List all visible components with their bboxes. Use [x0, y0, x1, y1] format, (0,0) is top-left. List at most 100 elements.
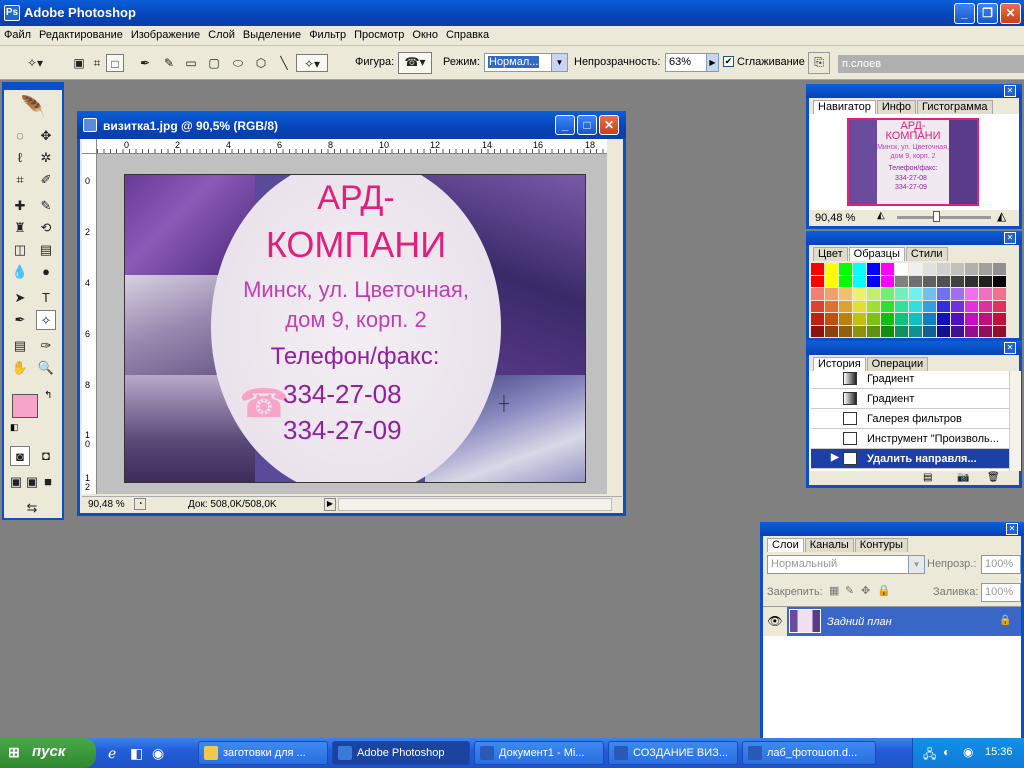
menu-window[interactable]: Окно — [408, 26, 442, 41]
brush-tool-icon[interactable]: ✎ — [36, 196, 56, 216]
trash-icon[interactable]: 🗑 — [987, 472, 1000, 483]
tab-actions[interactable]: Операции — [866, 357, 929, 371]
tab-navigator[interactable]: Навигатор — [813, 100, 876, 114]
color-swatch[interactable] — [853, 325, 866, 337]
navigator-panel-title[interactable]: ✕ — [806, 84, 1022, 98]
color-swatch[interactable] — [937, 313, 950, 325]
history-scrollbar[interactable] — [1009, 371, 1021, 471]
menu-file[interactable]: Файл — [0, 26, 35, 41]
menu-filter[interactable]: Фильтр — [305, 26, 350, 41]
line-icon[interactable]: ╲ — [275, 54, 293, 72]
rounded-rect-icon[interactable]: ▢ — [205, 54, 223, 72]
menu-layer[interactable]: Слой — [204, 26, 239, 41]
doc-maximize-button[interactable]: □ — [577, 115, 597, 135]
color-swatch[interactable] — [937, 300, 950, 312]
layer-row-background[interactable]: 👁 Задний план 🔒 — [763, 606, 1021, 637]
color-swatch[interactable] — [951, 325, 964, 337]
color-swatch[interactable] — [923, 275, 936, 287]
foreground-color-swatch[interactable] — [12, 394, 38, 418]
snapshot-icon[interactable]: 📷 — [957, 472, 969, 483]
color-swatch[interactable] — [951, 275, 964, 287]
navigator-thumbnail[interactable]: АРД- КОМПАНИ Минск, ул. Цветочная, дом 9… — [847, 118, 979, 206]
color-swatch[interactable] — [965, 325, 978, 337]
screen-mode-full-icon[interactable]: ■ — [40, 472, 56, 492]
dodge-tool-icon[interactable]: ● — [36, 262, 56, 282]
layer-opacity-input[interactable]: 100% — [981, 555, 1021, 574]
restore-button[interactable]: ❐ — [977, 3, 998, 24]
screen-mode-standard-icon[interactable]: ▣ — [8, 472, 24, 492]
horizontal-scrollbar[interactable] — [338, 498, 612, 511]
color-swatch[interactable] — [979, 288, 992, 300]
screen-mode-full-menu-icon[interactable]: ▣ — [24, 472, 40, 492]
fill-input[interactable]: 100% — [981, 583, 1021, 602]
color-swatch[interactable] — [909, 300, 922, 312]
color-swatch[interactable] — [853, 263, 866, 275]
business-card-image[interactable]: АРД- КОМПАНИ Минск, ул. Цветочная, дом 9… — [124, 174, 586, 483]
blur-tool-icon[interactable]: 💧 — [10, 262, 30, 282]
color-swatch[interactable] — [825, 275, 838, 287]
tab-info[interactable]: Инфо — [876, 100, 917, 114]
color-swatch[interactable] — [937, 263, 950, 275]
crop-tool-icon[interactable]: ⌗ — [10, 170, 30, 190]
color-swatch[interactable] — [895, 288, 908, 300]
color-swatch[interactable] — [867, 325, 880, 337]
color-swatch[interactable] — [923, 300, 936, 312]
menu-help[interactable]: Справка — [442, 26, 493, 41]
color-swatch[interactable] — [853, 288, 866, 300]
tab-swatches[interactable]: Образцы — [848, 247, 905, 261]
color-swatch[interactable] — [825, 300, 838, 312]
outlook-quicklaunch-icon[interactable]: ◉ — [152, 745, 164, 762]
color-swatch[interactable] — [909, 288, 922, 300]
clock[interactable]: 15:36 — [985, 746, 1013, 758]
color-swatch[interactable] — [993, 275, 1006, 287]
color-swatch[interactable] — [909, 325, 922, 337]
shape-layers-icon[interactable]: ▣ — [70, 54, 88, 72]
color-swatch[interactable] — [825, 313, 838, 325]
lock-pixels-icon[interactable]: ✎ — [845, 584, 854, 597]
history-item[interactable]: Градиент — [811, 371, 1009, 389]
lasso-tool-icon[interactable]: ℓ — [10, 148, 30, 168]
history-item[interactable]: Галерея фильтров — [811, 409, 1009, 429]
close-button[interactable]: ✕ — [1000, 3, 1021, 24]
clone-stamp-icon[interactable]: ♜ — [10, 218, 30, 238]
lock-position-icon[interactable]: ✥ — [861, 584, 870, 597]
tab-color[interactable]: Цвет — [813, 247, 848, 261]
color-swatch[interactable] — [965, 275, 978, 287]
color-swatch[interactable] — [867, 313, 880, 325]
history-panel-title[interactable]: ✕ — [806, 341, 1022, 355]
gradient-tool-icon[interactable]: ▤ — [36, 240, 56, 260]
new-document-from-state-icon[interactable]: ▤ — [923, 472, 932, 483]
color-swatch[interactable] — [993, 263, 1006, 275]
eye-visibility-icon[interactable]: 👁 — [763, 607, 787, 637]
ie-quicklaunch-icon[interactable]: ℯ — [108, 745, 116, 762]
zoom-in-icon[interactable]: ◭ — [997, 209, 1006, 223]
antivirus-icon[interactable]: ◉ — [963, 745, 973, 759]
polygon-icon[interactable]: ⬡ — [252, 54, 270, 72]
freeform-pen-icon[interactable]: ✎ — [160, 54, 178, 72]
ruler-origin[interactable] — [82, 139, 97, 154]
color-swatch[interactable] — [811, 325, 824, 337]
color-swatch[interactable] — [937, 288, 950, 300]
eraser-tool-icon[interactable]: ◫ — [10, 240, 30, 260]
layers-palette-tab[interactable]: п.слоев — [838, 55, 1024, 73]
task-word-document1[interactable]: Документ1 - Mi... — [474, 741, 604, 765]
tab-history[interactable]: История — [813, 357, 866, 371]
color-swatch[interactable] — [825, 325, 838, 337]
color-swatch[interactable] — [895, 300, 908, 312]
color-swatch[interactable] — [979, 300, 992, 312]
custom-shape-icon[interactable]: ✧▾ — [296, 54, 328, 72]
hand-tool-icon[interactable]: ✋ — [10, 358, 30, 378]
color-swatch[interactable] — [965, 313, 978, 325]
lock-all-icon[interactable]: 🔒 — [877, 584, 891, 597]
marquee-tool-icon[interactable]: ◌ — [10, 126, 30, 146]
path-selection-icon[interactable]: ➤ — [10, 288, 30, 308]
color-swatch[interactable] — [825, 288, 838, 300]
tab-channels[interactable]: Каналы — [804, 538, 854, 552]
color-swatch[interactable] — [909, 313, 922, 325]
rectangle-shape-icon[interactable]: ▭ — [182, 54, 200, 72]
opacity-input[interactable]: 63% ▶ — [665, 53, 719, 72]
panel-close-icon[interactable]: ✕ — [1004, 342, 1016, 354]
color-swatch[interactable] — [979, 325, 992, 337]
color-swatch[interactable] — [853, 300, 866, 312]
color-swatch[interactable] — [895, 313, 908, 325]
